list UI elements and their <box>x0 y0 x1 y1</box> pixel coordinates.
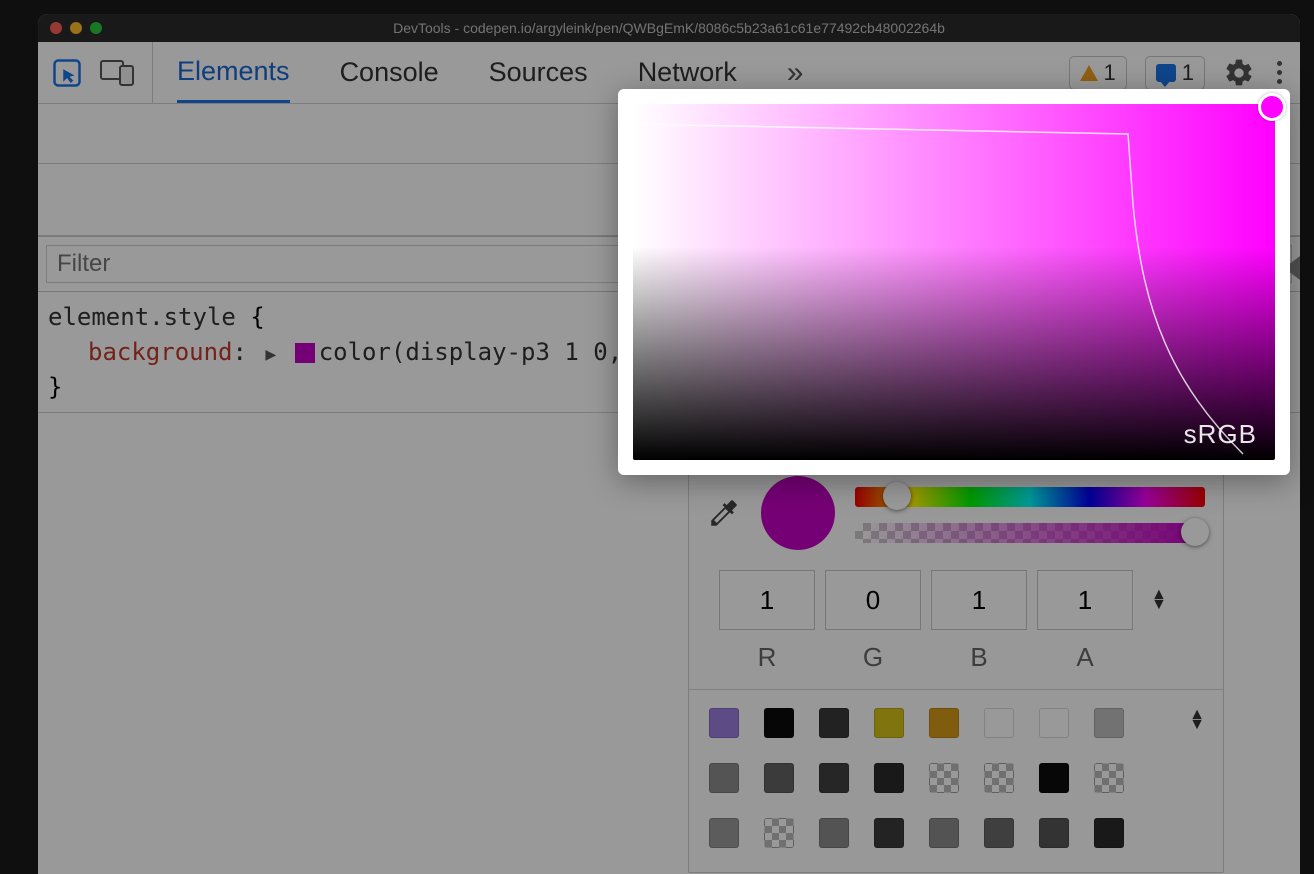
channel-a-input[interactable] <box>1037 570 1133 630</box>
more-options-icon[interactable] <box>1273 57 1286 88</box>
hue-slider[interactable] <box>855 487 1205 507</box>
palette-swatch[interactable] <box>1094 708 1124 738</box>
palette-swatch[interactable] <box>1094 818 1124 848</box>
window-title: DevTools - codepen.io/argyleink/pen/QWBg… <box>38 20 1300 36</box>
settings-icon[interactable] <box>1223 57 1255 89</box>
messages-badge[interactable]: 1 <box>1145 56 1205 90</box>
palette-swatch[interactable] <box>1094 763 1124 793</box>
inspect-element-icon[interactable] <box>52 58 82 88</box>
css-property-value[interactable]: color(display-p3 1 0 <box>319 338 608 366</box>
spectrum-cursor[interactable] <box>1261 96 1283 118</box>
eyedropper-icon[interactable] <box>707 496 741 530</box>
warnings-badge[interactable]: 1 <box>1069 56 1127 90</box>
warning-icon <box>1080 65 1098 81</box>
title-bar: DevTools - codepen.io/argyleink/pen/QWBg… <box>38 14 1300 42</box>
palette-swatch[interactable] <box>929 818 959 848</box>
toolbar-tool-icons <box>52 42 153 103</box>
palette-swatch[interactable] <box>1039 708 1069 738</box>
channel-r-input[interactable] <box>719 570 815 630</box>
toolbar-right: 1 1 <box>1069 56 1287 90</box>
palette-swatch[interactable] <box>984 818 1014 848</box>
close-brace: } <box>48 373 62 401</box>
messages-count: 1 <box>1182 60 1194 86</box>
palette-swatch[interactable] <box>984 708 1014 738</box>
css-property-name[interactable]: background <box>88 338 233 366</box>
hue-slider-thumb[interactable] <box>883 482 911 510</box>
channel-b-input[interactable] <box>931 570 1027 630</box>
gamut-label: sRGB <box>1184 419 1257 450</box>
palette-swatch[interactable] <box>984 763 1014 793</box>
palette-swatch[interactable] <box>709 708 739 738</box>
tab-console[interactable]: Console <box>340 42 439 103</box>
channel-r-label: R <box>758 642 777 673</box>
channel-g-label: G <box>863 642 883 673</box>
channel-b-label: B <box>970 642 987 673</box>
color-picker-panel: R G B A ▲▼ ▲▼ <box>688 463 1224 873</box>
palette-swatch[interactable] <box>1039 763 1069 793</box>
color-spectrum-popover: sRGB <box>618 89 1290 475</box>
more-tabs-icon[interactable]: » <box>787 56 804 90</box>
palette-swatch[interactable] <box>764 818 794 848</box>
color-swatch[interactable] <box>295 343 315 363</box>
css-selector[interactable]: element.style <box>48 303 236 331</box>
minimize-window-button[interactable] <box>70 22 82 34</box>
tab-elements[interactable]: Elements <box>177 42 290 103</box>
message-icon <box>1156 64 1176 82</box>
tab-sources[interactable]: Sources <box>489 42 588 103</box>
channel-a-label: A <box>1076 642 1093 673</box>
alpha-slider[interactable] <box>855 523 1205 543</box>
palette-swatch[interactable] <box>874 763 904 793</box>
palette-swatch[interactable] <box>819 763 849 793</box>
device-toolbar-icon[interactable] <box>100 60 134 86</box>
maximize-window-button[interactable] <box>90 22 102 34</box>
traffic-lights <box>50 22 102 34</box>
palette-swatch[interactable] <box>874 708 904 738</box>
palette-swatch[interactable] <box>929 708 959 738</box>
palette-swatch[interactable] <box>874 818 904 848</box>
warnings-count: 1 <box>1104 60 1116 86</box>
color-palette: ▲▼ <box>689 690 1223 872</box>
open-brace: { <box>250 303 264 331</box>
gamut-boundary-line <box>633 104 1275 460</box>
alpha-slider-thumb[interactable] <box>1181 518 1209 546</box>
palette-swatch[interactable] <box>1039 818 1069 848</box>
palette-swatch[interactable] <box>819 818 849 848</box>
close-window-button[interactable] <box>50 22 62 34</box>
palette-stepper[interactable]: ▲▼ <box>1189 710 1205 730</box>
expand-value-icon[interactable]: ▶ <box>265 342 276 368</box>
palette-swatch[interactable] <box>929 763 959 793</box>
color-spectrum[interactable]: sRGB <box>633 104 1275 460</box>
palette-swatch[interactable] <box>709 818 739 848</box>
palette-swatch[interactable] <box>709 763 739 793</box>
palette-swatch[interactable] <box>819 708 849 738</box>
palette-swatch[interactable] <box>764 708 794 738</box>
color-format-stepper[interactable]: ▲▼ <box>1143 590 1167 610</box>
palette-swatch[interactable] <box>764 763 794 793</box>
color-value-row: R G B A ▲▼ <box>689 564 1223 690</box>
current-color-preview <box>761 476 835 550</box>
channel-g-input[interactable] <box>825 570 921 630</box>
